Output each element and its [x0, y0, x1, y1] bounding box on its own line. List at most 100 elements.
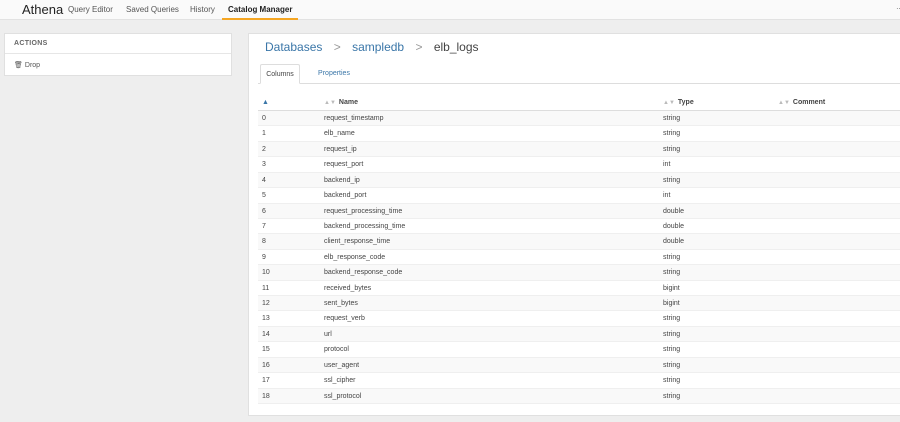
app-brand[interactable]: Athena	[22, 2, 63, 17]
column-type: double	[663, 238, 685, 246]
nav-query-editor[interactable]: Query Editor	[68, 5, 113, 14]
column-name: client_response_time	[324, 238, 391, 246]
table-row[interactable]: 3 request_port int	[258, 157, 900, 173]
row-index: 7	[262, 222, 266, 230]
column-type: string	[663, 315, 681, 323]
nav-history[interactable]: History	[190, 5, 215, 14]
column-type: string	[663, 253, 681, 261]
row-index: 12	[262, 300, 270, 308]
breadcrumb-separator: >	[415, 40, 423, 54]
column-name: sent_bytes	[324, 300, 358, 308]
column-name: url	[324, 330, 332, 338]
breadcrumb-database[interactable]: sampledb	[352, 40, 404, 54]
row-index: 18	[262, 392, 270, 400]
column-name: request_verb	[324, 315, 365, 323]
column-name: request_ip	[324, 145, 357, 153]
column-name: request_processing_time	[324, 207, 403, 215]
table-row[interactable]: 13 request_verb string	[258, 311, 900, 327]
table-row[interactable]: 16 user_agent string	[258, 357, 900, 374]
nav-saved-queries[interactable]: Saved Queries	[126, 5, 179, 14]
column-name: backend_response_code	[324, 269, 403, 277]
table-row[interactable]: 7 backend_processing_time double	[258, 219, 900, 235]
table-row[interactable]: 10 backend_response_code string	[258, 265, 900, 281]
column-type: string	[663, 115, 681, 122]
columns-table: 0 request_timestamp string 1 elb_name string 2…	[258, 111, 900, 405]
table-row[interactable]: 14 url string	[258, 326, 900, 343]
row-index: 13	[262, 315, 270, 323]
tab-properties[interactable]: Properties	[312, 64, 356, 84]
column-type: string	[663, 176, 681, 184]
table-row[interactable]: 15 protocol string	[258, 342, 900, 358]
table-row[interactable]: 17 ssl_cipher string	[258, 373, 900, 389]
row-index: 5	[262, 192, 266, 200]
active-nav-indicator	[222, 18, 298, 20]
column-name: backend_ip	[324, 176, 360, 184]
table-row[interactable]: 9 elb_response_code string	[258, 250, 900, 266]
column-name: backend_processing_time	[324, 222, 406, 230]
drop-action[interactable]: 🗑 Drop	[14, 61, 40, 69]
column-type: string	[663, 377, 681, 385]
breadcrumb-table: elb_logs	[433, 40, 479, 54]
catalog-main-panel: Databases > sampledb > elb_logs Columns …	[248, 33, 900, 416]
column-name: backend_port	[324, 192, 367, 200]
table-row[interactable]: 1 elb_name string	[258, 126, 900, 142]
sort-icon: ▲▼	[663, 100, 675, 106]
column-header-name[interactable]: ▲▼ Name	[324, 99, 358, 106]
table-row[interactable]: 12 sent_bytes bigint	[258, 296, 900, 312]
column-type: string	[663, 269, 681, 277]
table-row[interactable]: 6 request_processing_time double	[258, 203, 900, 219]
tab-columns[interactable]: Columns	[260, 64, 300, 84]
top-nav: Athena Query Editor Saved Queries Histor…	[0, 0, 900, 20]
actions-title: ACTIONS	[5, 34, 231, 54]
sort-icon: ▲▼	[324, 100, 336, 106]
sort-up-icon[interactable]: ▲	[262, 99, 269, 106]
nav-catalog-manager[interactable]: Catalog Manager	[228, 5, 292, 14]
column-header-comment[interactable]: ▲▼ Comment	[778, 99, 825, 106]
breadcrumb-databases[interactable]: Databases	[265, 40, 322, 54]
sort-icon: ▲▼	[778, 100, 790, 106]
tab-bar: Columns Properties	[258, 64, 900, 84]
row-index: 17	[262, 377, 270, 385]
table-row[interactable]: 2 request_ip string	[258, 141, 900, 158]
column-type: int	[663, 192, 671, 200]
nav-overflow[interactable]: …	[896, 4, 900, 11]
row-index: 3	[262, 161, 266, 169]
trash-icon: 🗑	[14, 62, 23, 69]
table-row[interactable]: 4 backend_ip string	[258, 172, 900, 189]
row-index: 14	[262, 330, 270, 338]
column-type: bigint	[663, 300, 680, 308]
column-name: received_bytes	[324, 284, 372, 292]
row-index: 1	[262, 130, 266, 138]
column-type: string	[663, 330, 681, 338]
table-row[interactable]: 8 client_response_time double	[258, 234, 900, 250]
actions-panel: ACTIONS 🗑 Drop	[4, 33, 232, 76]
table-row[interactable]: 0 request_timestamp string	[258, 111, 900, 127]
breadcrumb-separator: >	[333, 40, 341, 54]
column-name: request_timestamp	[324, 115, 384, 122]
column-type: string	[663, 392, 681, 400]
breadcrumb: Databases > sampledb > elb_logs	[265, 40, 479, 54]
column-name: protocol	[324, 346, 349, 354]
row-index: 11	[262, 284, 270, 292]
column-type: double	[663, 222, 685, 230]
table-row[interactable]: 18 ssl_protocol string	[258, 388, 900, 405]
column-type: string	[663, 130, 681, 138]
row-index: 15	[262, 346, 270, 354]
row-index: 10	[262, 269, 270, 277]
row-index: 9	[262, 253, 266, 261]
column-type: double	[663, 207, 685, 215]
table-row[interactable]: 11 received_bytes bigint	[258, 281, 900, 297]
column-name: ssl_cipher	[324, 377, 356, 385]
drop-label: Drop	[24, 62, 41, 69]
column-name: elb_name	[324, 130, 355, 138]
column-type: bigint	[663, 284, 680, 292]
column-name: ssl_protocol	[324, 392, 362, 400]
column-type: string	[663, 145, 681, 153]
column-name: elb_response_code	[324, 253, 386, 261]
column-type: int	[663, 161, 671, 169]
column-header-type[interactable]: ▲▼ Type	[663, 99, 694, 106]
row-index: 8	[262, 238, 266, 246]
table-row[interactable]: 5 backend_port int	[258, 188, 900, 204]
column-type: string	[663, 361, 681, 369]
column-name: request_port	[324, 161, 364, 169]
